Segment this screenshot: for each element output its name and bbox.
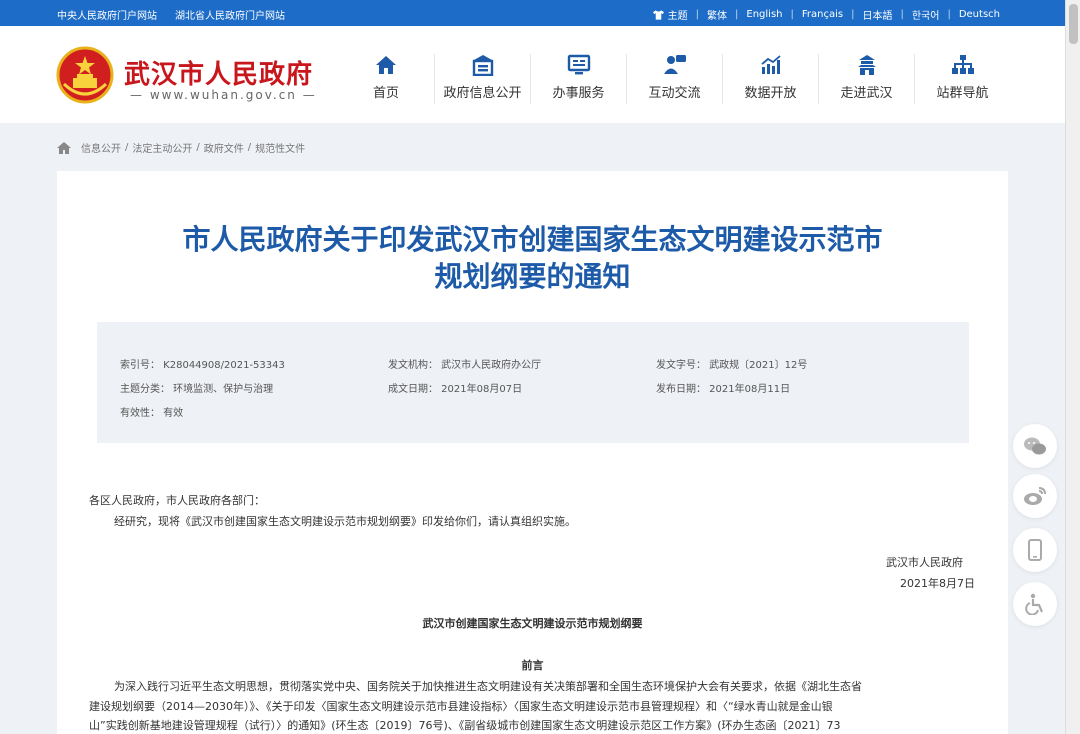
accessibility-icon — [1025, 593, 1044, 615]
meta-issuer: 发文机构： 武汉市人民政府办公厅 — [388, 360, 542, 371]
breadcrumb: 信息公开 / 法定主动公开 / 政府文件 / 规范性文件 — [57, 140, 305, 155]
preface-line: 为深入践行习近平生态文明思想，贯彻落实党中央、国务院关于加快推进生态文明建设有关… — [114, 680, 862, 693]
document-title: 市人民政府关于印发武汉市创建国家生态文明建设示范市 规划纲要的通知 — [182, 223, 883, 293]
home-icon — [376, 56, 396, 74]
weibo-icon — [1024, 487, 1046, 505]
national-emblem-icon — [56, 46, 114, 104]
nav-home[interactable]: 首页 — [338, 54, 434, 104]
lang-japanese[interactable]: 日本語 — [862, 7, 892, 22]
breadcrumb-statutory[interactable]: 法定主动公开 — [132, 140, 192, 155]
lang-korean[interactable]: 한국어 — [912, 7, 940, 22]
wechat-icon — [1024, 437, 1046, 455]
mobile-icon — [1028, 539, 1042, 561]
meta-category: 主题分类： 环境监测、保护与治理 — [120, 384, 274, 395]
nav-site-map[interactable]: 站群导航 — [914, 54, 1010, 104]
nav-interaction[interactable]: 互动交流 — [626, 54, 722, 104]
meta-index-no: 索引号： K28044908/2021-53343 — [120, 360, 285, 371]
main-nav: 首页 政府信息公开 办事服务 互动交流 数据开放 走进武汉 站群导航 — [338, 54, 1010, 104]
meta-doc-no: 发文字号： 武政规〔2021〕12号 — [656, 360, 808, 371]
shirt-icon — [652, 10, 664, 20]
nav-gov-info[interactable]: 政府信息公开 — [434, 54, 530, 104]
sitemap-icon — [951, 55, 974, 74]
signature-date: 2021年8月7日 — [900, 577, 975, 590]
share-wechat-button[interactable] — [1013, 424, 1057, 468]
share-weibo-button[interactable] — [1013, 474, 1057, 518]
breadcrumb-normative[interactable]: 规范性文件 — [255, 140, 305, 155]
link-central-gov[interactable]: 中央人民政府门户网站 — [57, 7, 157, 22]
lang-english[interactable]: English — [746, 9, 782, 20]
accessibility-button[interactable] — [1013, 582, 1057, 626]
mobile-version-button[interactable] — [1013, 528, 1057, 572]
home-icon[interactable] — [57, 141, 71, 154]
document-panel: 市人民政府关于印发武汉市创建国家生态文明建设示范市 规划纲要的通知 索引号： K… — [57, 171, 1008, 734]
breadcrumb-gov-docs[interactable]: 政府文件 — [204, 140, 244, 155]
site-header: 武汉市人民政府 — www.wuhan.gov.cn — 首页 政府信息公开 办… — [0, 26, 1065, 123]
site-url: — www.wuhan.gov.cn — — [130, 88, 317, 102]
preface-line: 山”实践创新基地建设管理规程（试行）〉的通知》(环生态〔2019〕76号)、《副… — [89, 719, 841, 732]
chat-icon — [663, 55, 686, 74]
site-title[interactable]: 武汉市人民政府 — [124, 54, 313, 91]
link-hubei-gov[interactable]: 湖北省人民政府门户网站 — [175, 7, 285, 22]
preface-line: 建设规划纲要（2014—2030年）》、《关于印发〈国家生态文明建设示范市县建设… — [89, 700, 833, 713]
top-bar: 中央人民政府门户网站 湖北省人民政府门户网站 主题 | 繁体 | English… — [0, 0, 1080, 26]
scrollbar[interactable] — [1065, 0, 1080, 734]
salutation: 各区人民政府，市人民政府各部门： — [89, 494, 265, 507]
preface-title: 前言 — [521, 659, 544, 672]
bar-chart-icon — [760, 55, 781, 74]
section-title: 武汉市创建国家生态文明建设示范市规划纲要 — [422, 617, 643, 630]
meta-created: 成文日期： 2021年08月07日 — [388, 384, 523, 395]
lang-french[interactable]: Français — [802, 9, 843, 20]
lang-traditional[interactable]: 繁体 — [707, 7, 727, 22]
theme-switch[interactable]: 主题 — [652, 7, 688, 22]
nav-services[interactable]: 办事服务 — [530, 54, 626, 104]
breadcrumb-info[interactable]: 信息公开 — [81, 140, 121, 155]
nav-about-wuhan[interactable]: 走进武汉 — [818, 54, 914, 104]
info-disclosure-icon — [472, 55, 493, 76]
paragraph: 经研究，现将《武汉市创建国家生态文明建设示范市规划纲要》印发给你们，请认真组织实… — [114, 515, 576, 528]
meta-validity: 有效性： 有效 — [120, 408, 184, 419]
scrollbar-thumb[interactable] — [1069, 4, 1078, 44]
meta-published: 发布日期： 2021年08月11日 — [656, 384, 791, 395]
signature-org: 武汉市人民政府 — [886, 556, 963, 569]
monitor-icon — [567, 54, 590, 75]
lang-german[interactable]: Deutsch — [959, 9, 1000, 20]
nav-open-data[interactable]: 数据开放 — [722, 54, 818, 104]
tower-icon — [857, 55, 876, 75]
metadata-box: 索引号： K28044908/2021-53343 发文机构： 武汉市人民政府办… — [97, 322, 969, 443]
